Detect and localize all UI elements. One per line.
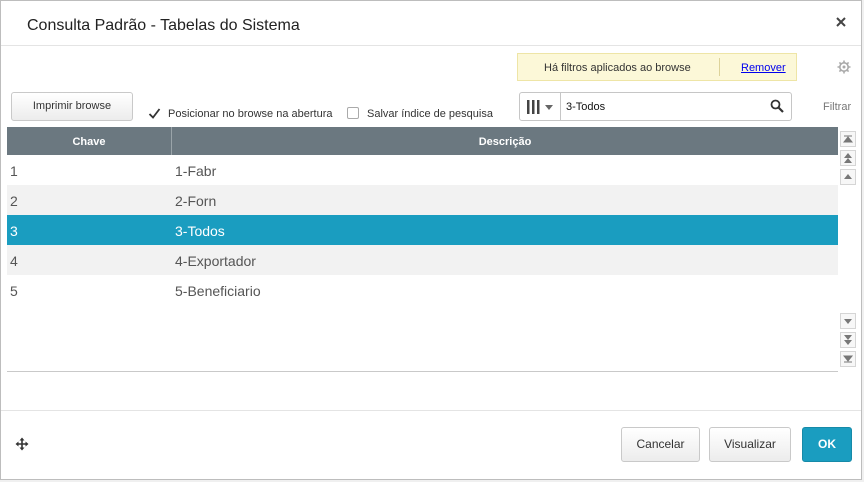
position-on-open-label: Posicionar no browse na abertura <box>168 108 333 120</box>
vertical-scrollbar[interactable] <box>839 127 857 371</box>
cell-description: 1-Fabr <box>175 163 217 179</box>
dialog: Consulta Padrão - Tabelas do Sistema Há … <box>0 0 862 480</box>
filter-link[interactable]: Filtrar <box>823 101 851 113</box>
save-search-index-label: Salvar índice de pesquisa <box>367 108 493 120</box>
cell-description: 2-Forn <box>175 193 217 209</box>
column-header-descricao[interactable]: Descrição <box>172 127 838 155</box>
checkbox-box[interactable] <box>347 107 359 119</box>
scroll-down-button[interactable] <box>840 313 856 329</box>
search-input[interactable]: 3-Todos <box>566 101 605 113</box>
table-row[interactable]: 4 4-Exportador <box>7 245 838 275</box>
double-up-icon <box>844 153 852 163</box>
table-row-selected[interactable]: 3 3-Todos <box>7 215 838 245</box>
cell-key: 3 <box>10 223 18 239</box>
cell-key: 1 <box>10 163 18 179</box>
cell-description: 5-Beneficiario <box>175 283 261 299</box>
search-box: 3-Todos <box>519 92 792 121</box>
scroll-top-button[interactable] <box>840 131 856 147</box>
cell-description: 3-Todos <box>175 223 225 239</box>
print-browse-button[interactable]: Imprimir browse <box>11 92 133 121</box>
cell-description: 4-Exportador <box>175 253 256 269</box>
checkbox-box[interactable] <box>148 107 161 119</box>
remove-filter-link[interactable]: Remover <box>741 62 786 74</box>
filter-message: Há filtros aplicados ao browse <box>544 62 691 74</box>
view-button[interactable]: Visualizar <box>709 427 791 462</box>
cell-key: 5 <box>10 283 18 299</box>
scroll-bottom-icon <box>842 355 854 363</box>
chevron-up-icon <box>844 174 852 179</box>
scroll-page-down-button[interactable] <box>840 332 856 348</box>
browse-grid: Chave Descrição 1 1-Fabr 2 2-Forn 3 3-To… <box>7 127 838 372</box>
gear-icon[interactable] <box>837 60 851 74</box>
cancel-button[interactable]: Cancelar <box>621 427 700 462</box>
table-row[interactable]: 5 5-Beneficiario <box>7 275 838 305</box>
cell-key: 2 <box>10 193 18 209</box>
columns-icon <box>527 100 553 114</box>
scroll-up-button[interactable] <box>840 169 856 185</box>
dialog-footer: Cancelar Visualizar OK <box>1 410 861 479</box>
title-bar: Consulta Padrão - Tabelas do Sistema <box>1 1 861 46</box>
double-down-icon <box>844 335 852 345</box>
search-column-selector[interactable] <box>520 93 561 120</box>
move-icon[interactable] <box>15 437 29 451</box>
grid-header: Chave Descrição <box>7 127 838 155</box>
filter-banner: Há filtros aplicados ao browse Remover <box>517 53 797 81</box>
table-row[interactable]: 2 2-Forn <box>7 185 838 215</box>
table-row[interactable]: 1 1-Fabr <box>7 155 838 185</box>
scroll-page-up-button[interactable] <box>840 150 856 166</box>
scroll-bottom-button[interactable] <box>840 351 856 367</box>
cell-key: 4 <box>10 253 18 269</box>
close-icon[interactable] <box>833 14 849 30</box>
search-icon[interactable] <box>770 99 784 113</box>
chevron-down-icon <box>844 319 852 324</box>
scroll-top-icon <box>842 135 854 143</box>
ok-button[interactable]: OK <box>802 427 852 462</box>
checkmark-icon <box>148 108 161 119</box>
dialog-title: Consulta Padrão - Tabelas do Sistema <box>27 17 300 34</box>
banner-divider <box>719 58 720 76</box>
column-header-chave[interactable]: Chave <box>7 127 172 155</box>
